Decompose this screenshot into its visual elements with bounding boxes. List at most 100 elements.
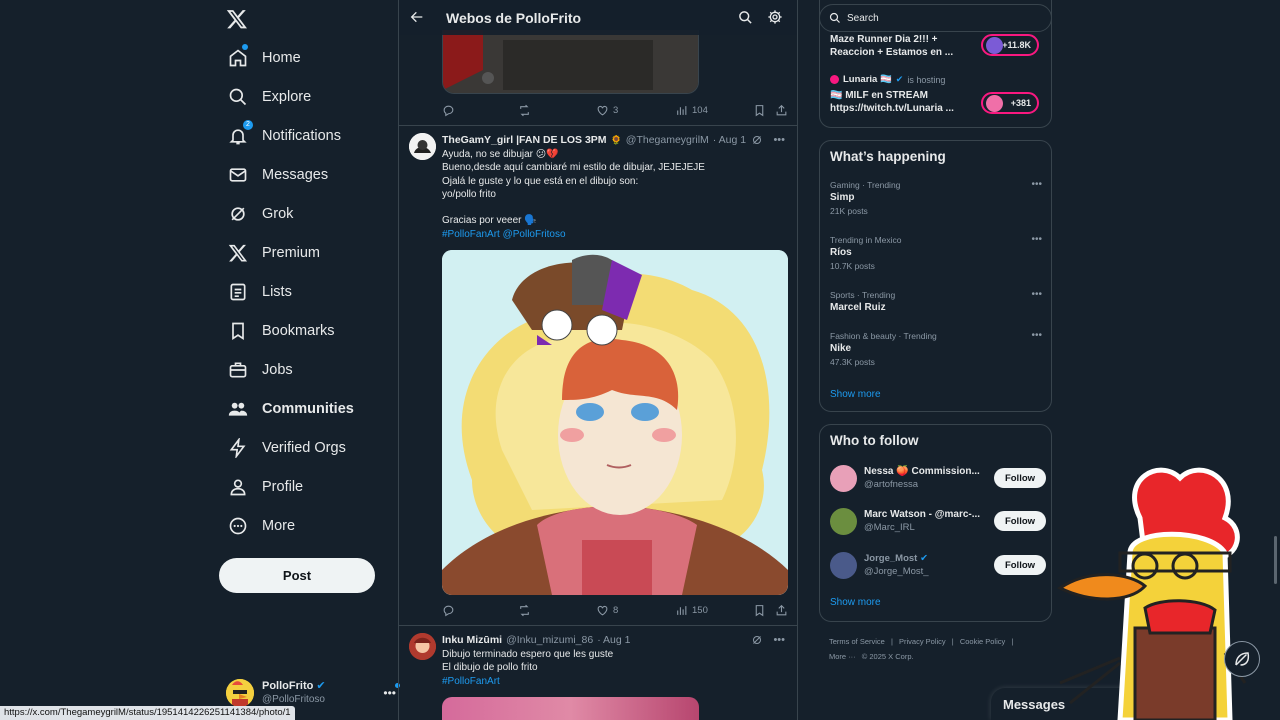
post-line: Ayuda, no se dibujar 😕💔 (442, 149, 559, 160)
more-dots-icon[interactable]: ••• (1031, 179, 1042, 190)
follow-button[interactable]: Follow (994, 468, 1046, 488)
compose-float-button[interactable] (1224, 641, 1260, 677)
nav-explore[interactable]: Explore (220, 79, 319, 115)
post-date[interactable]: · Aug 1 (597, 634, 630, 646)
trend-name: Marcel Ruiz (830, 302, 886, 313)
more-dots-icon[interactable]: ••• (383, 683, 400, 700)
bookmark-button[interactable] (753, 104, 766, 117)
live-title: Maze Runner Dia 2!!! + Reaccion + Estamo… (830, 34, 954, 58)
section-title: What’s happening (830, 149, 946, 164)
follow-suggestion[interactable]: Nessa 🍑 Commission... @artofnessa Follow (830, 463, 1046, 493)
nav-messages[interactable]: Messages (220, 157, 336, 193)
reply-button[interactable] (442, 104, 455, 117)
nav-more[interactable]: More (220, 508, 303, 544)
follow-button[interactable]: Follow (994, 511, 1046, 531)
nav-jobs[interactable]: Jobs (220, 352, 301, 388)
repost-button[interactable] (518, 604, 531, 617)
post-date[interactable]: · Aug 1 (713, 134, 746, 146)
avatar (986, 95, 1003, 112)
nav-notifications[interactable]: 2 Notifications (220, 118, 349, 154)
fan-art-image[interactable] (442, 250, 788, 595)
footer-link[interactable]: Privacy Policy (899, 637, 946, 646)
trend-item[interactable]: Trending in Mexico Ríos 10.7K posts ••• (830, 234, 1042, 272)
bookmark-button[interactable] (753, 604, 766, 617)
views-button[interactable]: 104 (675, 104, 708, 117)
nav-bookmarks[interactable]: Bookmarks (220, 313, 343, 349)
account-switcher[interactable]: PolloFrito ✔ @PolloFritoso ••• (226, 676, 400, 710)
grok-icon[interactable] (751, 634, 763, 646)
gear-icon[interactable] (767, 9, 783, 25)
trend-count: 21K posts (830, 206, 868, 216)
like-button[interactable]: 3 (596, 104, 618, 117)
follow-button[interactable]: Follow (994, 555, 1046, 575)
like-button[interactable]: 8 (596, 604, 618, 617)
follow-suggestion[interactable]: Jorge_Most ✔ @Jorge_Most_ Follow (830, 550, 1046, 580)
suggestion-name: Jorge_Most ✔ (864, 553, 929, 564)
grok-icon[interactable] (751, 134, 763, 146)
author-name[interactable]: TheGamY_girl |FAN DE LOS 3PM (442, 134, 607, 146)
post-button[interactable]: Post (219, 558, 375, 593)
show-more-link[interactable]: Show more (830, 597, 881, 608)
views-button[interactable]: 150 (675, 604, 708, 617)
x-logo-icon[interactable] (226, 8, 248, 30)
nav-communities[interactable]: Communities (220, 391, 362, 427)
footer-link[interactable]: Cookie Policy (960, 637, 1005, 646)
footer-link[interactable]: Terms of Service (829, 637, 885, 646)
nav-label: Grok (262, 206, 294, 222)
more-dots-icon[interactable]: ••• (773, 634, 785, 646)
live-count-pill[interactable]: +11.8K (981, 34, 1039, 56)
more-dots-icon[interactable]: ••• (773, 134, 785, 146)
nav-label: More (262, 518, 296, 534)
live-count: +381 (1010, 98, 1031, 108)
repost-button[interactable] (518, 104, 531, 117)
author-handle[interactable]: @Inku_mizumi_86 (506, 634, 593, 646)
avatar (830, 551, 857, 579)
follow-suggestion[interactable]: Marc Watson - @marc-... @Marc_IRL Follow (830, 506, 1046, 536)
footer-more-link[interactable]: More ··· (829, 652, 856, 661)
nav-home[interactable]: Home (220, 40, 309, 76)
live-count-pill[interactable]: +381 (981, 92, 1039, 114)
hashtag-link[interactable]: #PolloFanArt (442, 675, 782, 688)
scrollbar[interactable] (1274, 536, 1277, 584)
feather-icon (1235, 652, 1250, 666)
nav-label: Communities (262, 401, 354, 417)
hashtag-link[interactable]: #PolloFanArt @PolloFritoso (442, 228, 782, 241)
nav-verified-orgs[interactable]: Verified Orgs (220, 430, 354, 466)
nav-label: Premium (262, 245, 321, 261)
nav-premium[interactable]: Premium (220, 235, 328, 271)
bookmark-icon (232, 322, 244, 341)
share-button[interactable] (775, 604, 788, 617)
trend-item[interactable]: Gaming · Trending Simp 21K posts ••• (830, 179, 1042, 217)
search-box[interactable]: Search (819, 4, 1052, 32)
nav-label: Notifications (262, 128, 341, 144)
back-arrow-icon[interactable] (409, 9, 425, 25)
trend-item[interactable]: Fashion & beauty · Trending Nike 47.3K p… (830, 330, 1042, 368)
nav-grok[interactable]: Grok (220, 196, 301, 232)
more-dots-icon[interactable]: ••• (1031, 330, 1042, 341)
reply-icon (443, 105, 454, 116)
avatar[interactable] (409, 133, 436, 160)
trend-item[interactable]: Sports · Trending Marcel Ruiz ••• (830, 289, 1042, 315)
post-media-image[interactable] (442, 30, 699, 94)
more-dots-icon[interactable]: ••• (1031, 289, 1042, 300)
trend-name: Ríos (830, 247, 852, 258)
more-dots-icon[interactable]: ••• (1031, 234, 1042, 245)
trend-meta: Sports · Trending (830, 290, 896, 300)
nav-profile[interactable]: Profile (220, 469, 311, 505)
like-count: 3 (613, 104, 619, 116)
search-icon[interactable] (738, 10, 753, 25)
suggestion-handle: @artofnessa (864, 479, 919, 490)
nav-lists[interactable]: Lists (220, 274, 300, 310)
avatar[interactable] (409, 633, 436, 660)
reply-button[interactable] (442, 604, 455, 617)
post-line: yo/pollo frito (442, 188, 496, 200)
author-name[interactable]: Inku Mizūmi (442, 634, 502, 646)
post-media-image[interactable] (442, 697, 699, 720)
nav-label: Lists (262, 284, 292, 300)
share-button[interactable] (775, 104, 788, 117)
show-more-link[interactable]: Show more (830, 389, 881, 400)
author-handle[interactable]: @ThegameygrilM (626, 134, 709, 146)
nav-label: Messages (262, 167, 329, 183)
trend-meta: Gaming · Trending (830, 180, 901, 190)
post-tools: ••• (751, 634, 785, 646)
